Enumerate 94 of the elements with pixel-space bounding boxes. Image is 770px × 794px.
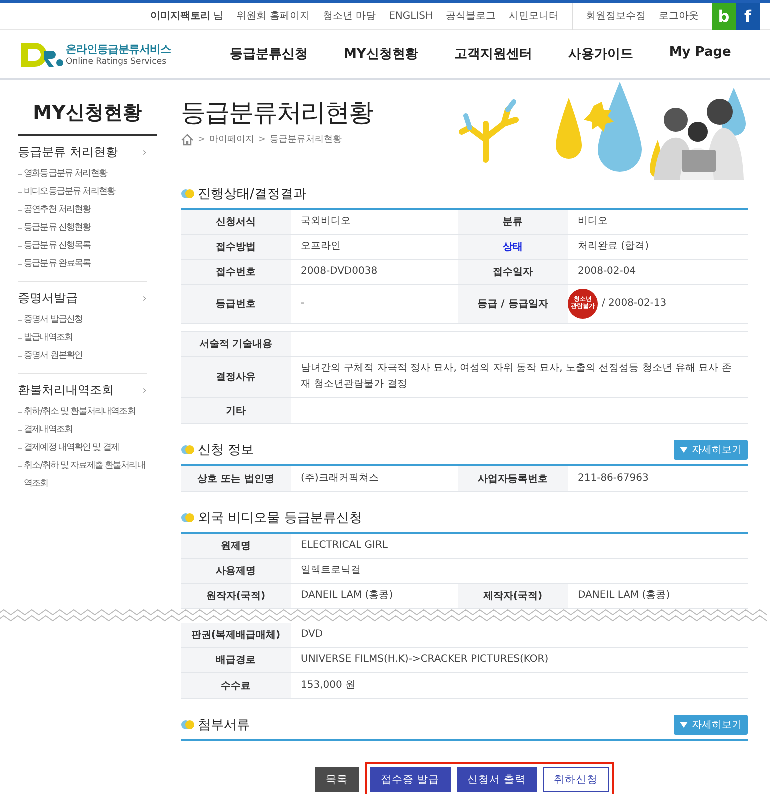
sidebar-item[interactable]: 등급분류 진행목록 [24, 237, 91, 255]
account-link[interactable]: 로그아웃 [659, 9, 699, 23]
sidebar-item[interactable]: 취소/취하 및 자료제출 환불처리내역조회 [24, 457, 147, 493]
section-title: 첨부서류 [198, 717, 251, 734]
field-value: 남녀간의 구체적 자극적 정사 묘사, 여성의 자위 동작 묘사, 노출의 선정성등 청소년 유해 묘사 존재 청소년관람불가 결정 [300, 362, 733, 392]
field-label: 접수일자 [458, 260, 568, 284]
action-button[interactable]: 신청서 출력 [456, 767, 537, 792]
field-label: 등급번호 [181, 285, 291, 323]
caret-icon [680, 447, 688, 453]
field-value: 국외비디오 [300, 215, 352, 229]
field-value: 2008-DVD0038 [300, 265, 379, 279]
field-value: DANEIL LAM (홍콩) [577, 589, 672, 603]
social-button[interactable]: f [736, 3, 760, 30]
caret-icon [680, 722, 688, 728]
page-title: 등급분류처리현황 [181, 97, 374, 129]
field-label: 제작자(국적) [458, 584, 568, 608]
field-label: 사업자등록번호 [458, 466, 568, 491]
field-label: 상호 또는 법인명 [181, 466, 291, 491]
field-label: 판권(복제배급매체) [181, 623, 291, 647]
field-label: 수수료 [181, 673, 291, 698]
top-link[interactable]: 공식블로그 [446, 9, 496, 23]
field-label: 서술적 기술내용 [181, 332, 291, 356]
breadcrumb-link[interactable]: 등급분류처리현황 [270, 133, 342, 146]
nav-item[interactable]: 사용가이드 [568, 45, 634, 63]
field-value: 일렉트로닉걸 [300, 564, 362, 578]
bullet-icon [181, 445, 195, 455]
breadcrumb-link[interactable]: 마이페이지 [210, 133, 255, 146]
nav-item[interactable]: MY신청현황 [344, 45, 418, 63]
chevron-icon: › [142, 384, 147, 397]
nav-item[interactable]: 고객지원센터 [454, 45, 532, 63]
field-value: 비디오 [577, 215, 609, 229]
field-label: 신청서식 [181, 210, 291, 234]
field-value: / 2008-02-13 [602, 297, 667, 311]
field-value: ELECTRICAL GIRL [300, 539, 389, 553]
sidebar-item[interactable]: 결제예정 내역확인 및 결제 [24, 439, 119, 457]
field-label: 상태 [458, 235, 568, 259]
field-value: 오프라인 [300, 240, 342, 254]
sidebar-item[interactable]: 발급내역조회 [24, 329, 73, 347]
action-button[interactable]: 목록 [315, 767, 360, 792]
field-value: 2008-02-04 [577, 265, 638, 279]
field-value: - [300, 297, 306, 311]
top-link[interactable]: 청소년 마당 [322, 9, 376, 23]
account-link[interactable]: 회원정보수정 [586, 9, 646, 23]
sidebar-item[interactable]: 증명서 발급신청 [24, 311, 83, 329]
field-value: (주)크래커픽쳐스 [300, 472, 380, 486]
field-label: 등급 / 등급일자 [458, 285, 568, 323]
bullet-icon [181, 513, 195, 523]
breadcrumb-separator: > [198, 134, 206, 144]
home-icon [181, 134, 194, 146]
section-title: 외국 비디오물 등급분류신청 [198, 510, 364, 527]
action-button[interactable]: 취하신청 [542, 767, 609, 792]
field-value: 153,000 원 [300, 678, 357, 692]
field-label: 원작자(국적) [181, 584, 291, 608]
field-value: DANEIL LAM (홍콩) [300, 589, 394, 603]
field-label: 원제명 [181, 534, 291, 558]
sidebar-item[interactable]: 등급분류 완료목록 [24, 255, 91, 273]
sidebar-title: MY신청현황 [18, 80, 157, 136]
field-label: 배급경로 [181, 648, 291, 672]
sidebar-item[interactable]: 등급분류 진행현황 [24, 219, 91, 237]
field-label: 접수번호 [181, 260, 291, 284]
action-button[interactable]: 접수증 발급 [370, 767, 450, 792]
nav-item[interactable]: 등급분류신청 [230, 45, 308, 63]
chevron-icon: › [142, 146, 147, 159]
field-value: 처리완료 (합격) [577, 240, 650, 254]
top-link[interactable]: ENGLISH [389, 10, 433, 22]
sidebar-item[interactable]: 취하/취소 및 환불처리내역조회 [24, 403, 136, 421]
sidebar-category[interactable]: 환불처리내역조회 [18, 382, 114, 399]
bullet-icon [181, 189, 195, 199]
chevron-icon: › [142, 292, 147, 305]
top-link[interactable]: 시민모니터 [509, 9, 559, 23]
field-value: UNIVERSE FILMS(H.K)->CRACKER PICTURES(KOR) [300, 653, 550, 667]
user-name: 이미지팩토리 님 [150, 10, 224, 23]
nav-item[interactable]: My Page [669, 45, 732, 63]
sidebar-item[interactable]: 증명서 원본확인 [24, 347, 83, 365]
sidebar-category[interactable]: 증명서발급 [18, 290, 78, 307]
sidebar-item[interactable]: 영화등급분류 처리현황 [24, 165, 107, 183]
logo-title: 온라인등급분류서비스 [66, 42, 171, 56]
breadcrumb-separator: > [258, 134, 266, 144]
sidebar-item[interactable]: 비디오등급분류 처리현황 [24, 183, 116, 201]
sidebar-item[interactable]: 결제내역조회 [24, 421, 73, 439]
field-value: 211-86-67963 [577, 472, 650, 486]
field-value: DVD [300, 628, 324, 642]
top-link[interactable]: 위원회 홈페이지 [236, 9, 310, 23]
section-title: 신청 정보 [198, 442, 256, 459]
field-label: 사용제명 [181, 559, 291, 583]
sidebar-category[interactable]: 등급분류 처리현황 [18, 144, 118, 161]
field-label: 결정사유 [181, 357, 291, 397]
field-label: 분류 [458, 210, 568, 234]
section-title: 진행상태/결정결과 [198, 186, 308, 203]
sidebar-item[interactable]: 공연추천 처리현황 [24, 201, 91, 219]
bullet-icon [181, 720, 195, 730]
field-label: 접수방법 [181, 235, 291, 259]
field-label: 기타 [181, 398, 291, 423]
logo-subtitle: Online Ratings Services [66, 56, 168, 66]
